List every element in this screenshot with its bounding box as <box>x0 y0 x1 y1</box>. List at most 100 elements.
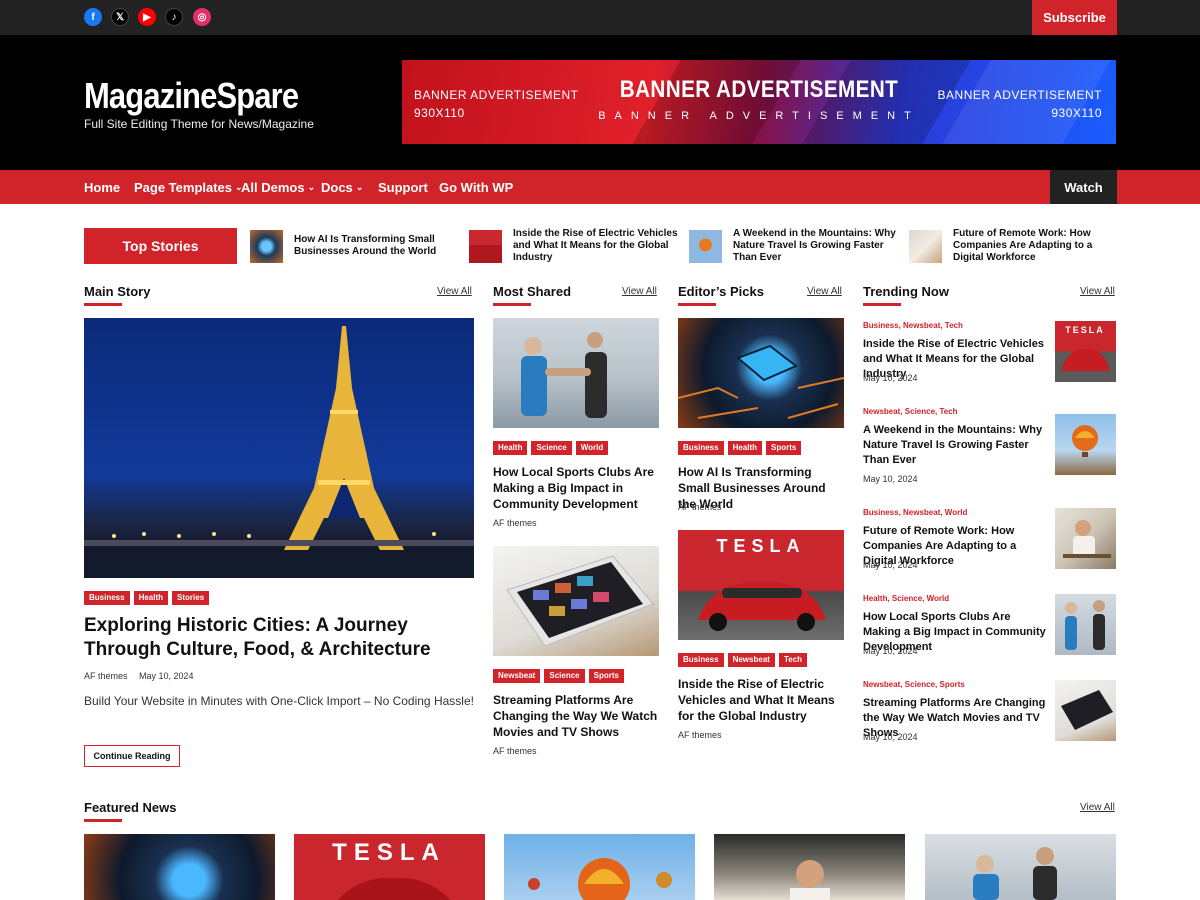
card-author[interactable]: AF themes <box>493 518 537 528</box>
top-bar: f 𝕏 ▶ ♪ ◎ Subscribe <box>0 0 1200 35</box>
watch-button[interactable]: Watch <box>1050 170 1117 204</box>
card-author[interactable]: AF themes <box>678 730 722 740</box>
trending-categories[interactable]: Newsbeat, Science, Sports <box>863 680 965 689</box>
top-story-item[interactable]: How AI Is Transforming Small Businesses … <box>250 229 464 263</box>
featured-news-image[interactable] <box>925 834 1116 900</box>
trending-date: May 10, 2024 <box>863 560 918 570</box>
site-tagline: Full Site Editing Theme for News/Magazin… <box>84 117 314 131</box>
card-tags: Health Science World <box>493 441 609 455</box>
category-tag[interactable]: Health <box>133 591 169 605</box>
card-author[interactable]: AF themes <box>678 502 722 512</box>
category-tag[interactable]: Business <box>678 653 724 667</box>
card-tags: Business Newsbeat Tech <box>678 653 808 667</box>
category-tag[interactable]: Sports <box>588 669 624 683</box>
continue-reading-button[interactable]: Continue Reading <box>84 745 180 767</box>
top-stories-label: Top Stories <box>84 228 237 264</box>
top-story-item[interactable]: Inside the Rise of Electric Vehicles and… <box>469 228 683 264</box>
featured-news-image[interactable] <box>714 834 905 900</box>
banner-right-text: BANNER ADVERTISEMENT 930X110 <box>937 88 1102 120</box>
facebook-icon[interactable]: f <box>84 8 102 26</box>
trending-categories[interactable]: Health, Science, World <box>863 594 949 603</box>
view-all-link[interactable]: View All <box>622 286 657 297</box>
featured-news-image[interactable]: TESLA <box>294 834 485 900</box>
category-tag[interactable]: Business <box>84 591 130 605</box>
site-title[interactable]: MagazineSpare <box>84 75 299 117</box>
top-story-item[interactable]: Future of Remote Work: How Companies Are… <box>909 228 1123 264</box>
main-nav: Home Page Templates ⌄ All Demos ⌄ Docs ⌄ Su… <box>0 170 1200 204</box>
nav-item-all-demos[interactable]: All Demos ⌄ <box>241 170 315 204</box>
section-title-featured-news: Featured News <box>84 800 177 822</box>
main-story-tags: Business Health Stories <box>84 591 210 605</box>
category-tag[interactable]: Health <box>727 441 763 455</box>
nav-item-docs[interactable]: Docs ⌄ <box>321 170 363 204</box>
svg-text:TESLA: TESLA <box>332 839 446 866</box>
section-title-editors-picks: Editor’s Picks <box>678 284 764 306</box>
card-author[interactable]: AF themes <box>493 746 537 756</box>
youtube-icon[interactable]: ▶ <box>138 8 156 26</box>
top-story-thumbnail <box>250 229 283 263</box>
most-shared-image[interactable] <box>493 546 659 656</box>
view-all-link[interactable]: View All <box>1080 802 1115 813</box>
category-tag[interactable]: Health <box>493 441 528 455</box>
main-story-title[interactable]: Exploring Historic Cities: A Journey Thr… <box>84 614 474 662</box>
category-tag[interactable]: Newsbeat <box>727 653 775 667</box>
svg-text:TESLA: TESLA <box>1065 325 1105 335</box>
trending-date: May 10, 2024 <box>863 732 918 742</box>
trending-thumbnail[interactable] <box>1055 594 1116 655</box>
featured-news-image[interactable] <box>84 834 275 900</box>
nav-item-go-with-wp[interactable]: Go With WP <box>439 170 513 204</box>
view-all-link[interactable]: View All <box>807 286 842 297</box>
category-tag[interactable]: Stories <box>172 591 210 605</box>
trending-thumbnail[interactable] <box>1055 508 1116 569</box>
featured-news-image[interactable] <box>504 834 695 900</box>
top-story-title[interactable]: A Weekend in the Mountains: Why Nature T… <box>733 228 903 264</box>
trending-title[interactable]: A Weekend in the Mountains: Why Nature T… <box>863 423 1049 468</box>
nav-item-home[interactable]: Home <box>84 170 120 204</box>
top-story-thumbnail <box>469 229 502 263</box>
trending-categories[interactable]: Business, Newsbeat, Tech <box>863 321 963 330</box>
card-tags: Business Health Sports <box>678 441 802 455</box>
top-story-item[interactable]: A Weekend in the Mountains: Why Nature T… <box>689 228 903 264</box>
main-story-date: May 10, 2024 <box>139 671 194 681</box>
section-title-main-story: Main Story <box>84 284 151 306</box>
trending-thumbnail[interactable] <box>1055 414 1116 475</box>
trending-date: May 10, 2024 <box>863 646 918 656</box>
x-icon[interactable]: 𝕏 <box>111 8 129 26</box>
nav-item-page-templates[interactable]: Page Templates ⌄ <box>134 170 243 204</box>
trending-thumbnail[interactable]: TESLA <box>1055 321 1116 382</box>
section-title-most-shared: Most Shared <box>493 284 572 306</box>
card-title[interactable]: Streaming Platforms Are Changing the Way… <box>493 692 659 740</box>
category-tag[interactable]: Tech <box>778 653 808 667</box>
top-story-thumbnail <box>689 229 722 263</box>
subscribe-button[interactable]: Subscribe <box>1032 0 1117 35</box>
category-tag[interactable]: World <box>575 441 609 455</box>
nav-item-support[interactable]: Support <box>378 170 428 204</box>
view-all-link[interactable]: View All <box>1080 286 1115 297</box>
editors-picks-image[interactable] <box>678 318 844 428</box>
instagram-icon[interactable]: ◎ <box>193 8 211 26</box>
category-tag[interactable]: Newsbeat <box>493 669 541 683</box>
trending-date: May 10, 2024 <box>863 373 918 383</box>
main-story-author[interactable]: AF themes <box>84 671 128 681</box>
chevron-down-icon: ⌄ <box>307 181 316 192</box>
top-story-thumbnail <box>909 229 942 263</box>
category-tag[interactable]: Business <box>678 441 724 455</box>
trending-categories[interactable]: Business, Newsbeat, World <box>863 508 967 517</box>
trending-thumbnail[interactable] <box>1055 680 1116 741</box>
category-tag[interactable]: Science <box>531 441 572 455</box>
top-story-title[interactable]: Future of Remote Work: How Companies Are… <box>953 228 1123 264</box>
main-story-image[interactable] <box>84 318 474 578</box>
view-all-link[interactable]: View All <box>437 286 472 297</box>
main-story-excerpt: Build Your Website in Minutes with One-C… <box>84 694 474 708</box>
category-tag[interactable]: Sports <box>766 441 802 455</box>
category-tag[interactable]: Science <box>544 669 585 683</box>
banner-advertisement[interactable]: BANNER ADVERTISEMENT 930X110 BANNER ADVE… <box>402 60 1116 144</box>
card-title[interactable]: How Local Sports Clubs Are Making a Big … <box>493 464 659 512</box>
editors-picks-image[interactable]: TESLA <box>678 530 844 640</box>
card-title[interactable]: Inside the Rise of Electric Vehicles and… <box>678 676 844 724</box>
most-shared-image[interactable] <box>493 318 659 428</box>
trending-categories[interactable]: Newsbeat, Science, Tech <box>863 407 958 416</box>
top-story-title[interactable]: Inside the Rise of Electric Vehicles and… <box>513 228 683 264</box>
tiktok-icon[interactable]: ♪ <box>165 8 183 26</box>
top-story-title[interactable]: How AI Is Transforming Small Businesses … <box>294 234 464 258</box>
